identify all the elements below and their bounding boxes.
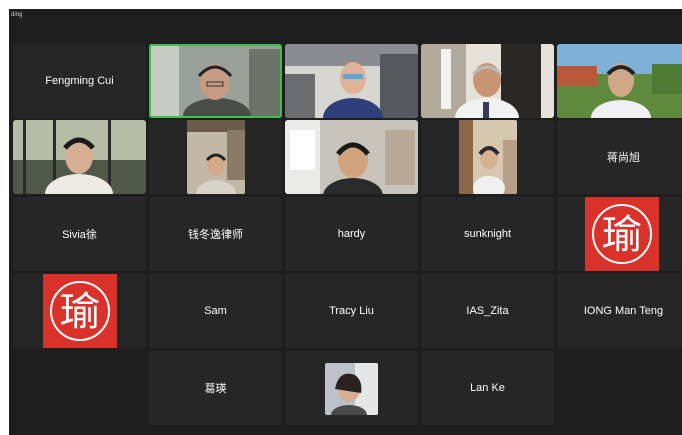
- participant-video-7[interactable]: [149, 120, 282, 194]
- participant-tile-iong[interactable]: IONG Man Teng: [557, 274, 682, 348]
- video-feed: [13, 120, 146, 194]
- participant-video-9[interactable]: [421, 120, 554, 194]
- meeting-window: ding Fengming Cui 蒋尚旭 Sivia徐 钱冬逸律师 hardy…: [9, 9, 682, 435]
- participant-tile-sunknight[interactable]: sunknight: [421, 197, 554, 271]
- participant-video-3[interactable]: [285, 44, 418, 118]
- avatar-logo-image: 瑜: [43, 274, 117, 348]
- participant-video-4[interactable]: [421, 44, 554, 118]
- participant-name: Lan Ke: [470, 382, 505, 394]
- participant-tile-logo[interactable]: 瑜: [557, 197, 682, 271]
- participant-tile-hardy[interactable]: hardy: [285, 197, 418, 271]
- participant-name: sunknight: [463, 228, 512, 240]
- video-feed: [285, 44, 418, 118]
- participant-video-10[interactable]: [285, 351, 418, 425]
- participant-name: 钱冬逸律师: [188, 229, 243, 241]
- participant-tile-ias[interactable]: IAS_Zita: [421, 274, 554, 348]
- video-feed: [325, 363, 378, 415]
- participant-name: 蒋尚旭: [607, 152, 640, 164]
- participant-name: IAS_Zita: [466, 305, 509, 317]
- participant-tile-qian[interactable]: 钱冬逸律师: [149, 197, 282, 271]
- top-bar: ding: [9, 9, 682, 25]
- video-feed: [557, 44, 682, 118]
- participant-name: Sivia徐: [62, 229, 97, 241]
- participant-video-5[interactable]: [557, 44, 682, 118]
- participant-tile-lanke[interactable]: Lan Ke: [421, 351, 554, 425]
- participant-name: Fengming Cui: [45, 75, 114, 87]
- participant-name: Tracy Liu: [329, 305, 374, 317]
- participant-name: Sam: [204, 305, 227, 317]
- participant-name: IONG Man Teng: [583, 305, 664, 317]
- logo-glyph: 瑜: [60, 289, 100, 335]
- participant-tile-fengming[interactable]: Fengming Cui: [13, 44, 146, 118]
- video-feed: [149, 44, 282, 118]
- participant-name: hardy: [337, 228, 366, 240]
- video-feed: [459, 120, 517, 194]
- participant-tile-tracy[interactable]: Tracy Liu: [285, 274, 418, 348]
- video-feed: [285, 120, 418, 194]
- participant-tile-sivia[interactable]: Sivia徐: [13, 197, 146, 271]
- participant-name: 葛瑛: [204, 383, 227, 395]
- avatar-logo-image: 瑜: [585, 197, 659, 271]
- video-feed: [187, 120, 245, 194]
- participant-tile-sam[interactable]: Sam: [149, 274, 282, 348]
- participant-tile-ge[interactable]: 葛瑛: [149, 351, 282, 425]
- video-feed: [421, 44, 554, 118]
- participant-tile-logo-2[interactable]: 瑜: [13, 274, 146, 348]
- participant-tile-jiang[interactable]: 蒋尚旭: [557, 120, 682, 194]
- logo-glyph: 瑜: [602, 212, 642, 258]
- participant-video-active-speaker[interactable]: [149, 44, 282, 118]
- participant-video-8[interactable]: [285, 120, 418, 194]
- recording-label: ding: [11, 12, 23, 18]
- participant-video-6[interactable]: [13, 120, 146, 194]
